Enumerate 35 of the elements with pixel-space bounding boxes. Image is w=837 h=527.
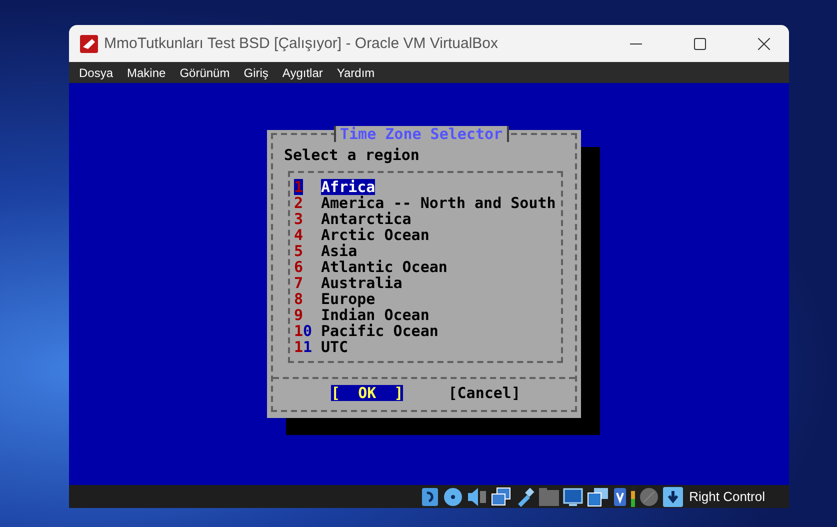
region-option[interactable]: Asia (321, 243, 358, 259)
item-number[interactable]: 10 (294, 323, 312, 339)
dialog-button[interactable]: [ OK ] (331, 385, 404, 401)
region-option[interactable]: Indian Ocean (321, 307, 430, 323)
window-icon[interactable] (587, 486, 610, 506)
menu-item[interactable]: Yardım (336, 66, 375, 80)
maximize-icon[interactable] (694, 38, 706, 50)
speaker-icon[interactable] (467, 486, 488, 506)
item-number[interactable]: 11 (294, 339, 312, 355)
region-option[interactable]: Australia (321, 275, 402, 291)
close-icon[interactable] (758, 38, 770, 50)
chip-icon[interactable] (613, 486, 628, 506)
dialog-button[interactable]: [Cancel] (448, 385, 520, 401)
region-option[interactable]: UTC (321, 339, 348, 355)
menu-item[interactable]: Aygıtlar (282, 66, 323, 80)
app-logo-icon (80, 34, 98, 52)
mouse-icon[interactable] (639, 486, 660, 506)
menu-item[interactable]: Görünüm (180, 66, 230, 80)
prompt-text: Select a region (284, 147, 420, 163)
region-option[interactable]: Europe (321, 291, 376, 307)
region-option[interactable]: Antarctica (321, 211, 412, 227)
menu-item[interactable]: Giriş (244, 66, 268, 80)
region-option[interactable]: America -- North and South (321, 195, 556, 211)
region-option[interactable]: Pacific Ocean (321, 323, 438, 339)
region-option[interactable]: Africa (321, 179, 376, 195)
region-option[interactable]: Atlantic Ocean (321, 259, 448, 275)
dialog-title: Time Zone Selector (334, 126, 509, 142)
optical-disc-icon[interactable] (443, 486, 464, 506)
menu-item[interactable]: Dosya (79, 66, 114, 80)
host-key-label: Right Control (689, 489, 765, 504)
menu-item[interactable]: Makine (127, 66, 166, 80)
monitor-icon[interactable] (563, 486, 584, 506)
network-icon[interactable] (491, 486, 512, 506)
window-title: MmoTutkunları Test BSD [Çalışıyor] - Oracle VM VirtualBox (104, 35, 498, 52)
region-option[interactable]: Arctic Ocean (321, 227, 430, 243)
